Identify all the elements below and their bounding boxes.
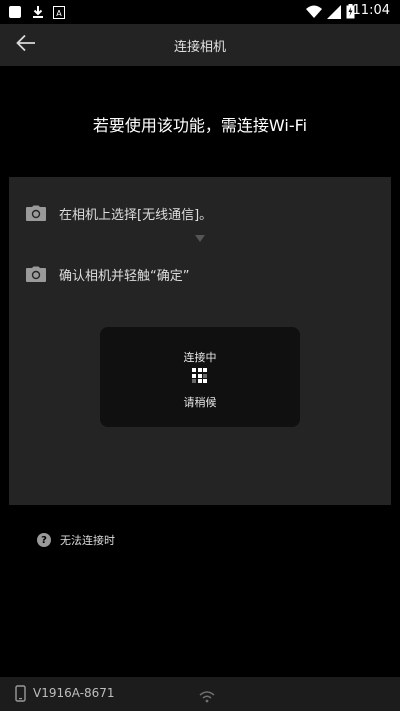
- question-circle-icon: ?: [37, 533, 51, 547]
- connecting-dialog: 连接中 请稍候: [100, 327, 300, 427]
- device-name: V1916A-8671: [33, 686, 115, 700]
- wifi-required-message: 若要使用该功能，需连接Wi-Fi: [92, 116, 308, 135]
- app-a-icon: A: [53, 4, 65, 23]
- svg-text:A: A: [56, 9, 62, 18]
- step-select-wireless: 在相机上选择[无线通信]。: [25, 202, 212, 224]
- cannot-connect-help-link[interactable]: ? 无法连接时: [37, 532, 115, 548]
- instruction-panel: 在相机上选择[无线通信]。 确认相机并轻触“确定” 连接中 请稍候: [9, 177, 391, 505]
- loading-grid-icon: [192, 368, 207, 383]
- step-text: 确认相机并轻触“确定”: [59, 268, 190, 284]
- step-confirm-camera: 确认相机并轻触“确定”: [25, 263, 189, 285]
- step-text: 在相机上选择[无线通信]。: [59, 207, 213, 223]
- dialog-title: 连接中: [183, 351, 217, 364]
- camera-icon: [25, 204, 47, 222]
- signal-icon: [327, 4, 341, 23]
- status-bar: A 11:04: [0, 0, 400, 24]
- bottom-device-bar: V1916A-8671: [0, 677, 400, 711]
- phone-icon: [15, 685, 26, 706]
- help-text: 无法连接时: [60, 534, 115, 547]
- notification-square-icon: [8, 4, 22, 23]
- app-header: 连接相机: [0, 24, 400, 66]
- wifi-icon: [199, 688, 215, 707]
- step-arrow: [195, 235, 205, 242]
- camera-icon: [25, 265, 47, 283]
- status-time: 11:04: [352, 3, 390, 18]
- download-icon: [32, 4, 44, 23]
- dialog-subtitle: 请稍候: [183, 396, 217, 409]
- wifi-icon: [306, 4, 322, 23]
- page-title: 连接相机: [173, 40, 226, 55]
